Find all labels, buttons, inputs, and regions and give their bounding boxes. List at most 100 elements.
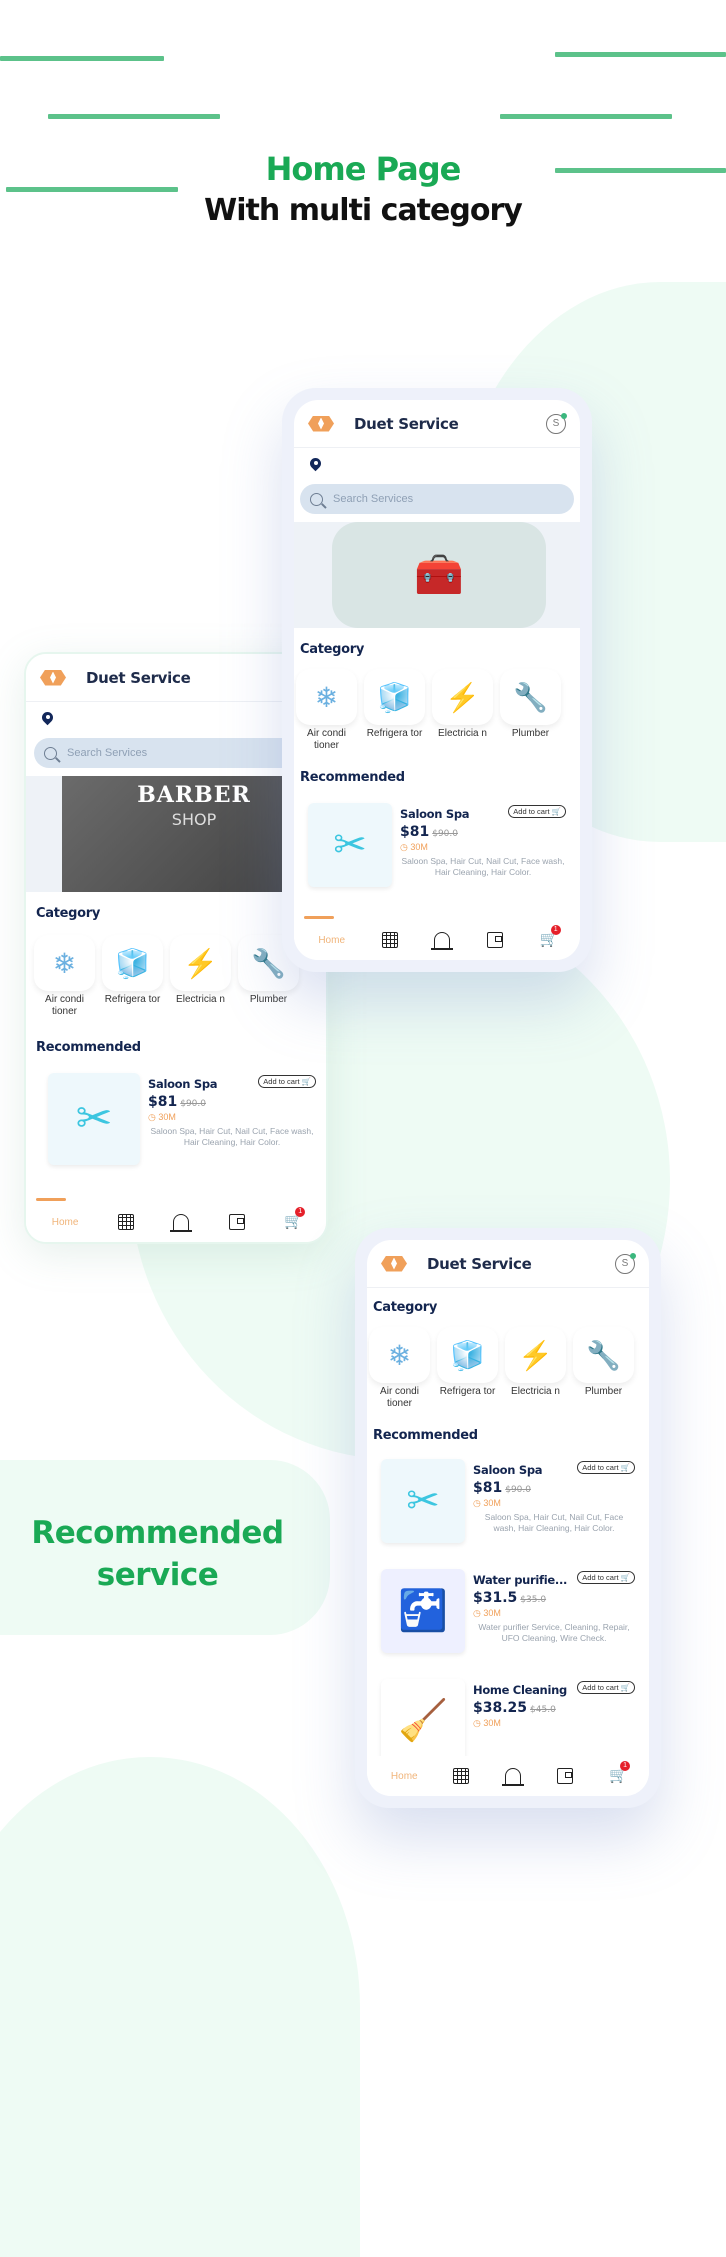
app-header: Duet Service S	[294, 400, 580, 448]
refrigerator-icon: 🧊	[437, 1327, 498, 1383]
category-list: ❄ Air condi tioner 🧊 Refrigera tor ⚡ Electr…	[294, 669, 580, 752]
category-item[interactable]: ❄ Air condi tioner	[34, 935, 95, 1018]
category-heading: Category	[36, 906, 101, 921]
search-placeholder: Search Services	[333, 493, 414, 505]
cart-icon[interactable]: 🛒 1	[284, 1207, 306, 1230]
banner-carousel[interactable]: BARBER SHOP	[26, 776, 326, 892]
app-title: Duet Service	[354, 414, 459, 433]
app-screen: Duet Service S Category ❄ Air condi tione…	[367, 1240, 649, 1796]
calendar-icon[interactable]	[453, 1768, 470, 1784]
location-pin-icon	[42, 712, 53, 726]
wallet-icon[interactable]	[228, 1214, 245, 1230]
banner-carousel[interactable]: 🧰	[294, 522, 580, 628]
refrigerator-icon: 🧊	[364, 669, 425, 725]
electrician-icon: ⚡	[170, 935, 231, 991]
category-item[interactable]: 🧊 Refrigera tor	[364, 669, 425, 752]
phone-mockup-main: Duet Service S Search Services 🧰 Categor…	[282, 388, 592, 972]
add-to-cart-button[interactable]: Add to cart 🛒	[508, 805, 566, 818]
calendar-icon[interactable]	[117, 1214, 134, 1230]
app-screen: Duet Service Search Services BARBER SHOP…	[26, 654, 326, 1242]
hexagon-logo-icon	[381, 1256, 407, 1272]
electrician-icon: ⚡	[505, 1327, 566, 1383]
calendar-icon[interactable]	[381, 932, 398, 948]
recommended-item[interactable]: ✂ Saloon Spa Add to cart 🛒 $81 $90.0 ◷ 30…	[294, 803, 580, 887]
duration: ◷ 30M	[473, 1608, 501, 1618]
nav-home[interactable]: Home	[391, 1771, 418, 1782]
recommended-item[interactable]: ✂ Saloon Spa Add to cart 🛒 $81 $90.0 ◷ 30…	[367, 1459, 649, 1543]
duration: ◷ 30M	[400, 842, 428, 852]
cart-badge: 1	[550, 925, 561, 935]
category-item[interactable]: ⚡ Electricia n	[505, 1327, 566, 1410]
nav-home[interactable]: Home	[52, 1217, 79, 1228]
electrician-icon: ⚡	[432, 669, 493, 725]
bell-icon[interactable]	[502, 1768, 525, 1786]
category-item[interactable]: 🧊 Refrigera tor	[437, 1327, 498, 1410]
bell-icon[interactable]	[431, 932, 454, 950]
cart-icon[interactable]: 🛒 1	[540, 925, 561, 948]
hexagon-logo-icon	[40, 670, 66, 686]
profile-icon[interactable]: S	[546, 412, 567, 434]
air-conditioner-icon: ❄	[369, 1327, 430, 1383]
recommended-item[interactable]: ✂ Saloon Spa Add to cart 🛒 $81 $90.0 ◷ 30…	[26, 1073, 326, 1165]
category-item[interactable]: ❄ Air condi tioner	[296, 669, 357, 752]
location-pin-icon	[310, 458, 321, 472]
add-to-cart-button[interactable]: Add to cart 🛒	[577, 1461, 635, 1474]
profile-icon[interactable]: S	[615, 1252, 636, 1274]
app-header: Duet Service	[26, 654, 326, 702]
recommended-heading: Recommended	[300, 770, 405, 785]
recommended-item[interactable]: 🧹 Home Cleaning Add to cart 🛒 $38.25 $45.…	[367, 1679, 649, 1763]
bottom-nav: Home 🛒 1	[367, 1756, 649, 1796]
app-header: Duet Service S	[367, 1240, 649, 1288]
add-to-cart-button[interactable]: Add to cart 🛒	[577, 1681, 635, 1694]
side-caption-line-1: Recommended	[31, 1515, 284, 1551]
air-conditioner-icon: ❄	[296, 669, 357, 725]
recommended-heading: Recommended	[36, 1040, 141, 1055]
side-caption: Recommended service	[20, 1512, 295, 1596]
bell-icon[interactable]	[170, 1214, 193, 1232]
category-heading: Category	[373, 1300, 438, 1315]
recommended-item[interactable]: 🚰 Water purifie... Add to cart 🛒 $31.5 $3…	[367, 1569, 649, 1653]
category-list: ❄ Air condi tioner 🧊 Refrigera tor ⚡ Electr…	[26, 935, 326, 1018]
decorative-line	[555, 52, 726, 57]
online-dot	[561, 412, 567, 419]
category-item[interactable]: ❄ Air condi tioner	[369, 1327, 430, 1410]
refrigerator-icon: 🧊	[102, 935, 163, 991]
app-title: Duet Service	[86, 668, 191, 687]
air-conditioner-icon: ❄	[34, 935, 95, 991]
search-placeholder: Search Services	[67, 747, 148, 759]
category-list: ❄ Air condi tioner 🧊 Refrigera tor ⚡ Electr…	[367, 1327, 649, 1410]
category-item[interactable]: 🔧 Plumber	[500, 669, 561, 752]
category-item[interactable]: 🧊 Refrigera tor	[102, 935, 163, 1018]
location-row[interactable]	[294, 448, 580, 484]
add-to-cart-button[interactable]: Add to cart 🛒	[258, 1075, 316, 1088]
cart-badge: 1	[620, 1761, 631, 1771]
location-row[interactable]	[26, 702, 326, 738]
saloon-spa-thumbnail: ✂	[308, 803, 392, 887]
service-workers-illustration[interactable]: 🧰	[332, 522, 546, 628]
search-input[interactable]: Search Services	[300, 484, 574, 514]
plumber-icon: 🔧	[500, 669, 561, 725]
search-icon	[44, 746, 57, 760]
water-purifier-thumbnail: 🚰	[381, 1569, 465, 1653]
category-item[interactable]: ⚡ Electricia n	[432, 669, 493, 752]
app-screen: Duet Service S Search Services 🧰 Categor…	[294, 400, 580, 960]
search-input[interactable]: Search Services	[34, 738, 318, 768]
decorative-line	[48, 114, 220, 119]
bottom-nav: Home 🛒 1	[294, 916, 580, 960]
bottom-nav: Home 🛒 1	[26, 1198, 326, 1242]
home-cleaning-thumbnail: 🧹	[381, 1679, 465, 1763]
decorative-line	[0, 56, 164, 61]
cart-icon[interactable]: 🛒 1	[609, 1761, 631, 1784]
online-dot	[630, 1252, 636, 1259]
wallet-icon[interactable]	[557, 1768, 574, 1784]
wallet-icon[interactable]	[486, 932, 503, 948]
category-item[interactable]: 🔧 Plumber	[573, 1327, 634, 1410]
headline-subtitle: With multi category	[204, 193, 523, 228]
nav-home[interactable]: Home	[318, 935, 345, 946]
cart-badge: 1	[295, 1207, 306, 1217]
add-to-cart-button[interactable]: Add to cart 🛒	[577, 1571, 635, 1584]
side-caption-line-2: service	[96, 1557, 219, 1593]
saloon-spa-thumbnail: ✂	[381, 1459, 465, 1543]
category-item[interactable]: ⚡ Electricia n	[170, 935, 231, 1018]
active-indicator	[36, 1198, 66, 1201]
